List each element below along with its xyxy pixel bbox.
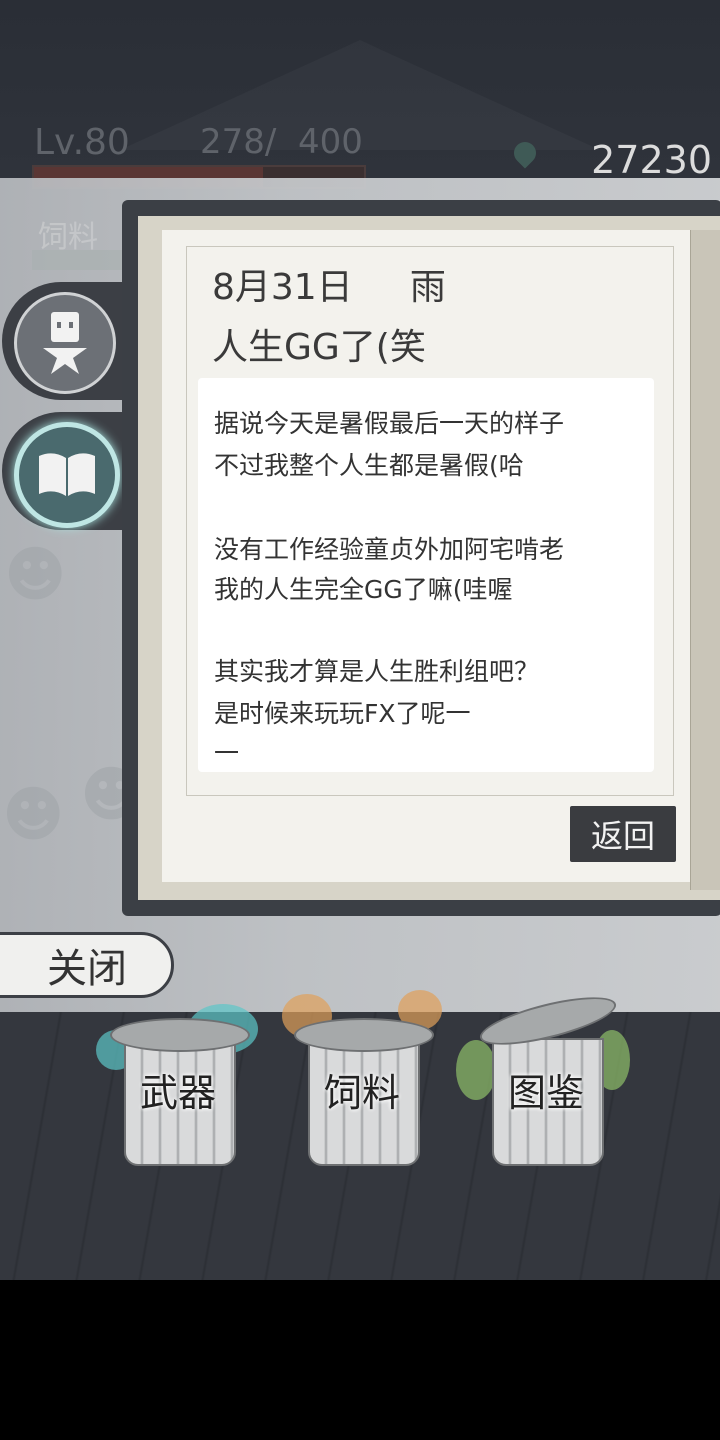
diary-line: 没有工作经验童贞外加阿宅啃老 bbox=[214, 535, 565, 564]
diary-title: 人生GG了(笑 bbox=[212, 327, 426, 368]
diary-line: 其实我才算是人生胜利组吧？ bbox=[214, 657, 540, 686]
level-label: Lv.80 bbox=[34, 122, 130, 163]
diary-tab-button[interactable] bbox=[14, 422, 120, 528]
book-icon bbox=[39, 453, 95, 496]
can-lid bbox=[294, 1018, 434, 1052]
feed-can-label: 饲料 bbox=[323, 1071, 400, 1115]
diary-line: 我的人生完全GG了嘛(哇喔 bbox=[214, 575, 513, 604]
can-lid bbox=[110, 1018, 250, 1052]
close-button[interactable]: 关闭 bbox=[0, 932, 174, 998]
back-button[interactable]: 返回 bbox=[570, 806, 676, 862]
weapon-can-label: 武器 bbox=[139, 1071, 216, 1115]
coin-counter: 27230 bbox=[591, 138, 712, 182]
weapon-trash-can[interactable]: 武器 bbox=[96, 1004, 258, 1166]
diary-line: 一 bbox=[214, 739, 240, 768]
encyclopedia-can-label: 图鉴 bbox=[507, 1071, 584, 1115]
close-button-label: 关闭 bbox=[47, 946, 127, 992]
diary-line: 不过我整个人生都是暑假(哈 bbox=[214, 451, 524, 480]
exp-counter: 278/ 400 bbox=[200, 122, 363, 162]
encyclopedia-trash-can[interactable]: 图鉴 bbox=[456, 987, 630, 1166]
book-page-edges-right bbox=[690, 230, 720, 890]
feed-bar-faded bbox=[32, 250, 132, 270]
game-scene: Lv.80 278/ 400 27230 饲料 ☻ ☻ ☻ 8月31日 雨 人生… bbox=[0, 0, 720, 1280]
diary-date: 8月31日 雨 bbox=[212, 267, 446, 308]
diary-line: 据说今天是暑假最后一天的样子 bbox=[214, 409, 565, 438]
navigation-bar-area bbox=[0, 1280, 720, 1440]
character-icon bbox=[43, 312, 87, 374]
ghost-silhouette: ☻ bbox=[2, 780, 65, 850]
character-tab-button[interactable] bbox=[14, 292, 116, 394]
feed-trash-can[interactable]: 饲料 bbox=[282, 990, 442, 1166]
ghost-silhouette: ☻ bbox=[4, 540, 67, 610]
diary-line: 是时候来玩玩FX了呢一 bbox=[214, 699, 471, 728]
